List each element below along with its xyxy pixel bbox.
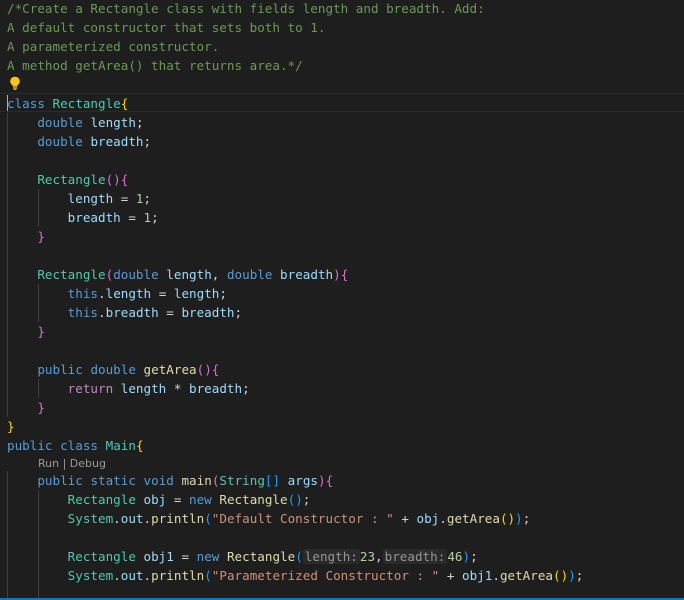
code-line: double length; [37, 115, 144, 130]
text-cursor [7, 95, 8, 111]
comment-line: A parameterized constructor. [7, 39, 220, 54]
code-line: length = 1; [67, 191, 152, 206]
code-line: } [37, 324, 45, 339]
codelens-separator: | [59, 457, 70, 470]
code-line: Rectangle obj = new Rectangle(); [67, 492, 311, 507]
code-line: System.out.println("Parameterized Constr… [67, 568, 584, 583]
number-literal: 46 [447, 549, 463, 564]
inlay-hint-breadth: breadth: [382, 549, 448, 564]
comment-line: /*Create a Rectangle class with fields l… [7, 1, 485, 16]
code-editor[interactable]: /*Create a Rectangle class with fields l… [0, 0, 684, 598]
comment-line: A method getArea() that returns area.*/ [7, 58, 303, 73]
number-literal: 23 [359, 549, 376, 564]
code-line: } [7, 419, 15, 434]
code-line: this.length = length; [67, 286, 227, 301]
string-literal: "Default Constructor : " [211, 511, 394, 526]
code-line: Rectangle(){ [37, 172, 129, 187]
code-line: return length * breadth; [67, 381, 250, 396]
code-line: public static void main(String[] args){ [37, 473, 334, 488]
code-line: class Rectangle{ [7, 96, 129, 111]
inlay-hint-length: length: [302, 549, 360, 564]
code-line: breadth = 1; [67, 210, 159, 225]
code-line: double breadth; [37, 134, 152, 149]
debug-codelens-link[interactable]: Debug [70, 457, 106, 470]
code-line: Rectangle obj1 = new Rectangle(length: 23… [67, 549, 478, 564]
code-line: } [37, 229, 45, 244]
number-literal: 1 [135, 191, 144, 206]
code-line: public class Main{ [7, 438, 144, 453]
comment-line: A default constructor that sets both to … [7, 20, 326, 35]
code-line: System.out.println("Default Constructor … [67, 511, 531, 526]
number-literal: 1 [143, 210, 152, 225]
code-line: Rectangle(double length, double breadth)… [37, 267, 349, 282]
lightbulb-icon[interactable] [9, 76, 21, 90]
code-line: } [37, 400, 45, 415]
string-literal: "Parameterized Constructor : " [211, 568, 440, 583]
code-line: this.breadth = breadth; [67, 305, 243, 320]
run-codelens-link[interactable]: Run [38, 457, 59, 470]
code-line: public double getArea(){ [37, 362, 220, 377]
codelens-run-debug: Run | Debug [38, 456, 106, 471]
